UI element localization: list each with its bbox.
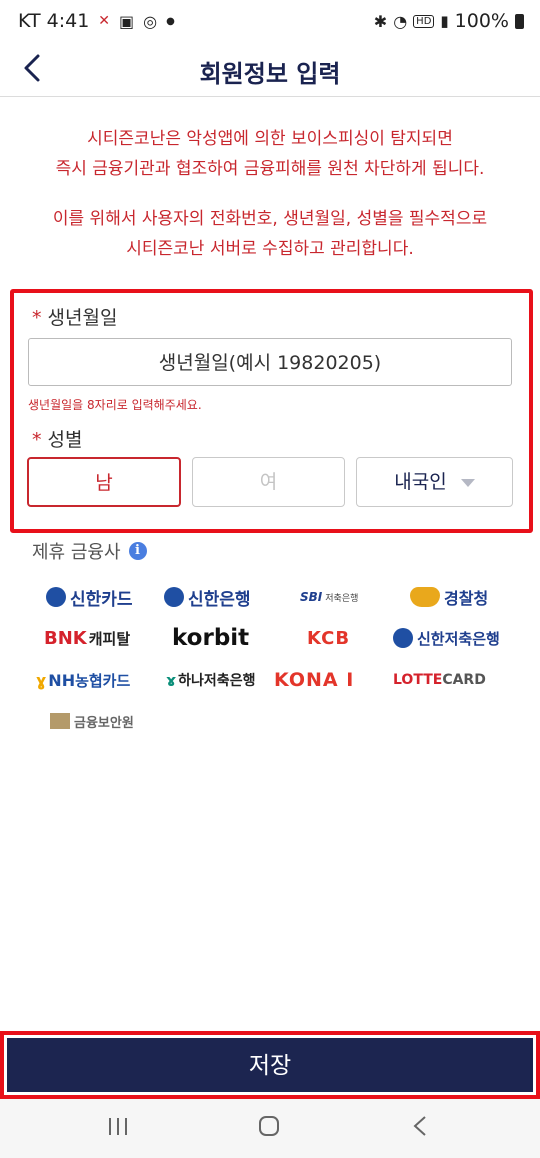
recent-apps-icon — [109, 1118, 127, 1135]
logo-kcb: KCB — [307, 623, 350, 653]
logo-text: 경찰청 — [444, 589, 489, 608]
logo-lotte-card: LOTTE CARD — [393, 665, 486, 695]
logo-text: 신한은행 — [188, 589, 251, 610]
logo-text: korbit — [172, 625, 250, 651]
notice-line: 이를 위해서 사용자의 전화번호, 생년월일, 성별을 필수적으로 — [52, 209, 488, 229]
logo-police: 경찰청 — [410, 582, 488, 612]
gender-label: * 성별 — [32, 425, 82, 452]
logo-hana-savings: ɤ 하나저축은행 — [166, 665, 255, 695]
notice-line: 즉시 금융기관과 협조하여 금융피해를 원천 차단하게 됩니다. — [55, 159, 485, 179]
logo-shinhan-savings: 신한저축은행 — [393, 623, 500, 653]
gallery-icon: ▣ — [119, 11, 135, 31]
gender-label-text: 성별 — [47, 429, 83, 451]
logo-text: NH — [48, 670, 76, 690]
notice-line: 시티즌코난 서버로 수집하고 관리합니다. — [126, 239, 414, 259]
page-title: 회원정보 입력 — [199, 60, 341, 88]
logo-subtext: CARD — [442, 672, 486, 688]
birth-hint: 생년월일을 8자리로 입력해주세요. — [28, 398, 202, 412]
required-mark: * — [32, 307, 42, 329]
notification-icon: ✕ — [98, 13, 111, 29]
nh-mark-icon: ɣ — [36, 670, 47, 690]
logo-text: KCB — [307, 627, 351, 649]
nationality-dropdown[interactable]: 내국인 — [356, 457, 513, 507]
notice-paragraph-1: 시티즌코난은 악성앱에 의한 보이스피싱이 탐지되면 즉시 금융기관과 협조하여… — [0, 124, 540, 184]
logo-shinhan-card: 신한카드 — [46, 582, 133, 612]
logo-text: LOTTE — [393, 672, 443, 688]
logo-bnk-capital: BNK 캐피탈 — [44, 623, 130, 653]
logo-subtext: 캐피탈 — [88, 629, 131, 648]
back-icon — [413, 1116, 426, 1136]
signal-icon: ▮ — [440, 12, 449, 30]
logo-shinhan-bank: 신한은행 — [164, 582, 251, 612]
logo-text: 신한카드 — [70, 589, 133, 610]
dot-icon: ● — [166, 15, 175, 27]
notice-line: 시티즌코난은 악성앱에 의한 보이스피싱이 탐지되면 — [87, 129, 453, 149]
birth-label-text: 생년월일 — [47, 307, 118, 329]
logo-text: 하나저축은행 — [178, 673, 256, 689]
female-button[interactable]: 여 — [192, 457, 345, 507]
logo-text: SBI — [300, 590, 323, 604]
partners-title-text: 제휴 금융사 — [32, 542, 121, 563]
member-info-form: * 생년월일 생년월일(예시 19820205) 생년월일을 8자리로 입력해주세… — [10, 289, 533, 533]
shinhan-mark-icon — [393, 628, 413, 648]
hana-mark-icon: ɤ — [166, 670, 177, 690]
hd-icon: HD — [413, 14, 435, 28]
shinhan-mark-icon — [164, 587, 184, 607]
partners-title: 제휴 금융사 i — [32, 538, 147, 564]
birth-date-input[interactable]: 생년월일(예시 19820205) — [28, 338, 512, 386]
notice-paragraph-2: 이를 위해서 사용자의 전화번호, 생년월일, 성별을 필수적으로 시티즌코난 … — [0, 204, 540, 264]
save-button[interactable]: 저장 — [7, 1038, 533, 1092]
battery-level: 100% — [454, 10, 509, 32]
logo-fsi: 금융보안원 — [50, 706, 134, 736]
system-back-button[interactable] — [400, 1113, 440, 1141]
status-left: KT 4:41 ✕ ▣ ◎ ● — [18, 10, 175, 32]
shinhan-mark-icon — [46, 587, 66, 607]
home-button[interactable] — [249, 1113, 289, 1141]
status-right: ✱ ◔ HD ▮ 100% — [374, 10, 524, 32]
logo-text: BNK — [44, 627, 87, 649]
logo-nh-card: ɣ NH 농협카드 — [36, 665, 130, 695]
instagram-icon: ◎ — [143, 11, 158, 31]
carrier-time: KT 4:41 — [18, 10, 90, 32]
wifi-icon: ◔ — [393, 11, 408, 31]
info-icon[interactable]: i — [128, 542, 147, 560]
police-badge-icon — [410, 587, 440, 607]
bluetooth-icon: ✱ — [373, 11, 388, 31]
home-icon — [259, 1116, 279, 1136]
logo-kona-i: KONA I — [274, 665, 354, 695]
system-nav-bar — [0, 1099, 540, 1158]
required-mark: * — [32, 429, 42, 451]
nationality-value: 내국인 — [394, 471, 447, 493]
logo-text: KONA I — [274, 669, 355, 691]
dropdown-arrow-icon — [460, 478, 475, 487]
recent-apps-button[interactable] — [98, 1113, 138, 1141]
fsi-mark-icon — [50, 713, 70, 729]
logo-korbit: korbit — [172, 623, 249, 653]
logo-text: 신한저축은행 — [417, 629, 500, 648]
logo-subtext: 농협카드 — [75, 671, 131, 690]
save-bar: 저장 — [0, 1031, 540, 1099]
status-bar: KT 4:41 ✕ ▣ ◎ ● ✱ ◔ HD ▮ 100% — [0, 0, 540, 46]
battery-icon — [515, 13, 524, 29]
logo-subtext: 저축은행 — [325, 593, 359, 604]
birth-label: * 생년월일 — [32, 303, 117, 330]
male-button[interactable]: 남 — [27, 457, 181, 507]
app-header: 회원정보 입력 — [0, 46, 540, 97]
logo-text: 금융보안원 — [74, 715, 134, 731]
logo-sbi-savings: SBI 저축은행 — [300, 582, 358, 612]
